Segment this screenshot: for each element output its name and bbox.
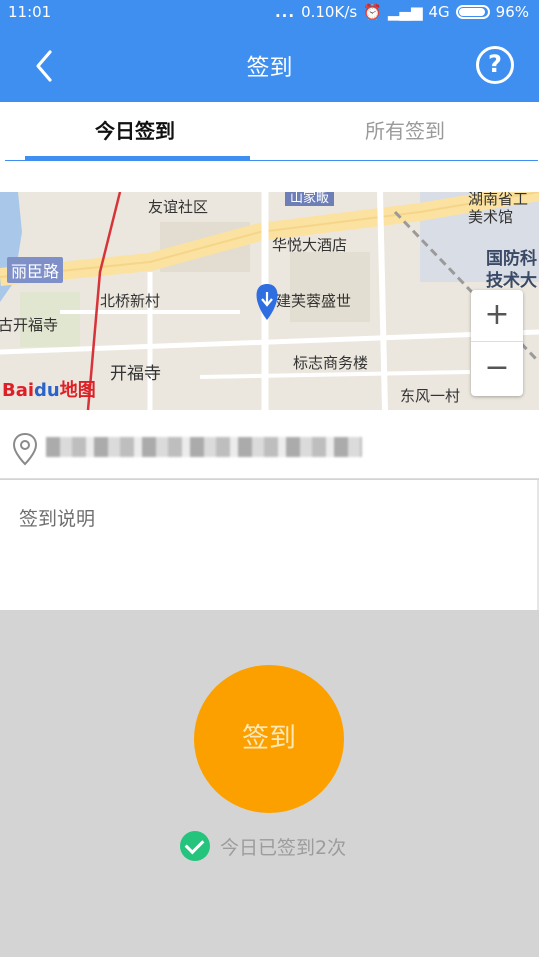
alarm-icon: ⏰ — [363, 3, 382, 21]
zoom-control: + − — [471, 290, 523, 396]
signin-note-input[interactable] — [0, 480, 537, 610]
map-pin-icon — [12, 432, 38, 466]
zoom-out-button[interactable]: − — [471, 343, 523, 395]
app-bar: 11:01 ... 0.10K/s ⏰ ▂▄▆ 4G 96% 签到 ? — [0, 0, 539, 102]
address-blurred — [46, 437, 362, 457]
help-button[interactable]: ? — [476, 46, 514, 84]
logo-paw-text: du — [34, 380, 60, 401]
status-bar: 11:01 ... 0.10K/s ⏰ ▂▄▆ 4G 96% — [0, 0, 539, 26]
network-type: 4G — [428, 3, 450, 21]
map-label: 标志商务楼 — [293, 354, 369, 372]
map-label: 华悦大酒店 — [272, 236, 348, 254]
map-label: 友谊社区 — [148, 198, 209, 216]
signin-status: 今日已签到2次 — [180, 830, 346, 862]
map-label: 北桥新村 — [100, 292, 161, 310]
tab-today-signin[interactable]: 今日签到 — [5, 102, 265, 162]
signin-button[interactable]: 签到 — [194, 665, 344, 813]
battery-level: 96% — [495, 3, 529, 21]
status-right: ... 0.10K/s ⏰ ▂▄▆ 4G 96% — [275, 3, 529, 21]
map-label: 东风一村 — [400, 387, 461, 405]
map-label: 建芙蓉盛世 — [276, 292, 352, 310]
map-label: 古开福寺 — [0, 316, 59, 334]
spacer — [0, 164, 539, 192]
status-dots: ... — [274, 3, 296, 21]
note-section — [0, 480, 539, 610]
map-label: 美术馆 — [468, 208, 514, 226]
battery-icon — [455, 5, 490, 19]
tab-bar: 今日签到 所有签到 — [0, 102, 539, 164]
map-label: 开福寺 — [110, 364, 161, 384]
zoom-in-button[interactable]: + — [471, 290, 523, 342]
map-label: 山家畈 — [285, 192, 335, 206]
check-circle-icon — [180, 831, 210, 861]
logo-text: Bai — [2, 380, 35, 401]
location-row — [0, 410, 539, 479]
signin-status-text: 今日已签到2次 — [220, 836, 347, 859]
map-label: 技术大 — [486, 271, 537, 291]
network-speed: 0.10K/s — [301, 3, 358, 21]
road-label: 丽臣路 — [7, 257, 64, 283]
page-title: 签到 — [246, 55, 293, 81]
status-time: 11:01 — [8, 3, 52, 21]
signal-icon: ▂▄▆ — [387, 3, 423, 21]
tab-active-indicator — [25, 156, 250, 161]
map-view[interactable]: 友谊社区 山家畈 华悦大酒店 北桥新村 建芙蓉盛世 古开福寺 开福寺 标志商务楼… — [0, 192, 539, 410]
baidu-map-logo: Baidu地图 — [2, 376, 96, 402]
logo-map-text: 地图 — [59, 380, 96, 401]
tab-all-signins[interactable]: 所有签到 — [275, 102, 535, 162]
question-circle-icon: ? — [488, 50, 502, 78]
